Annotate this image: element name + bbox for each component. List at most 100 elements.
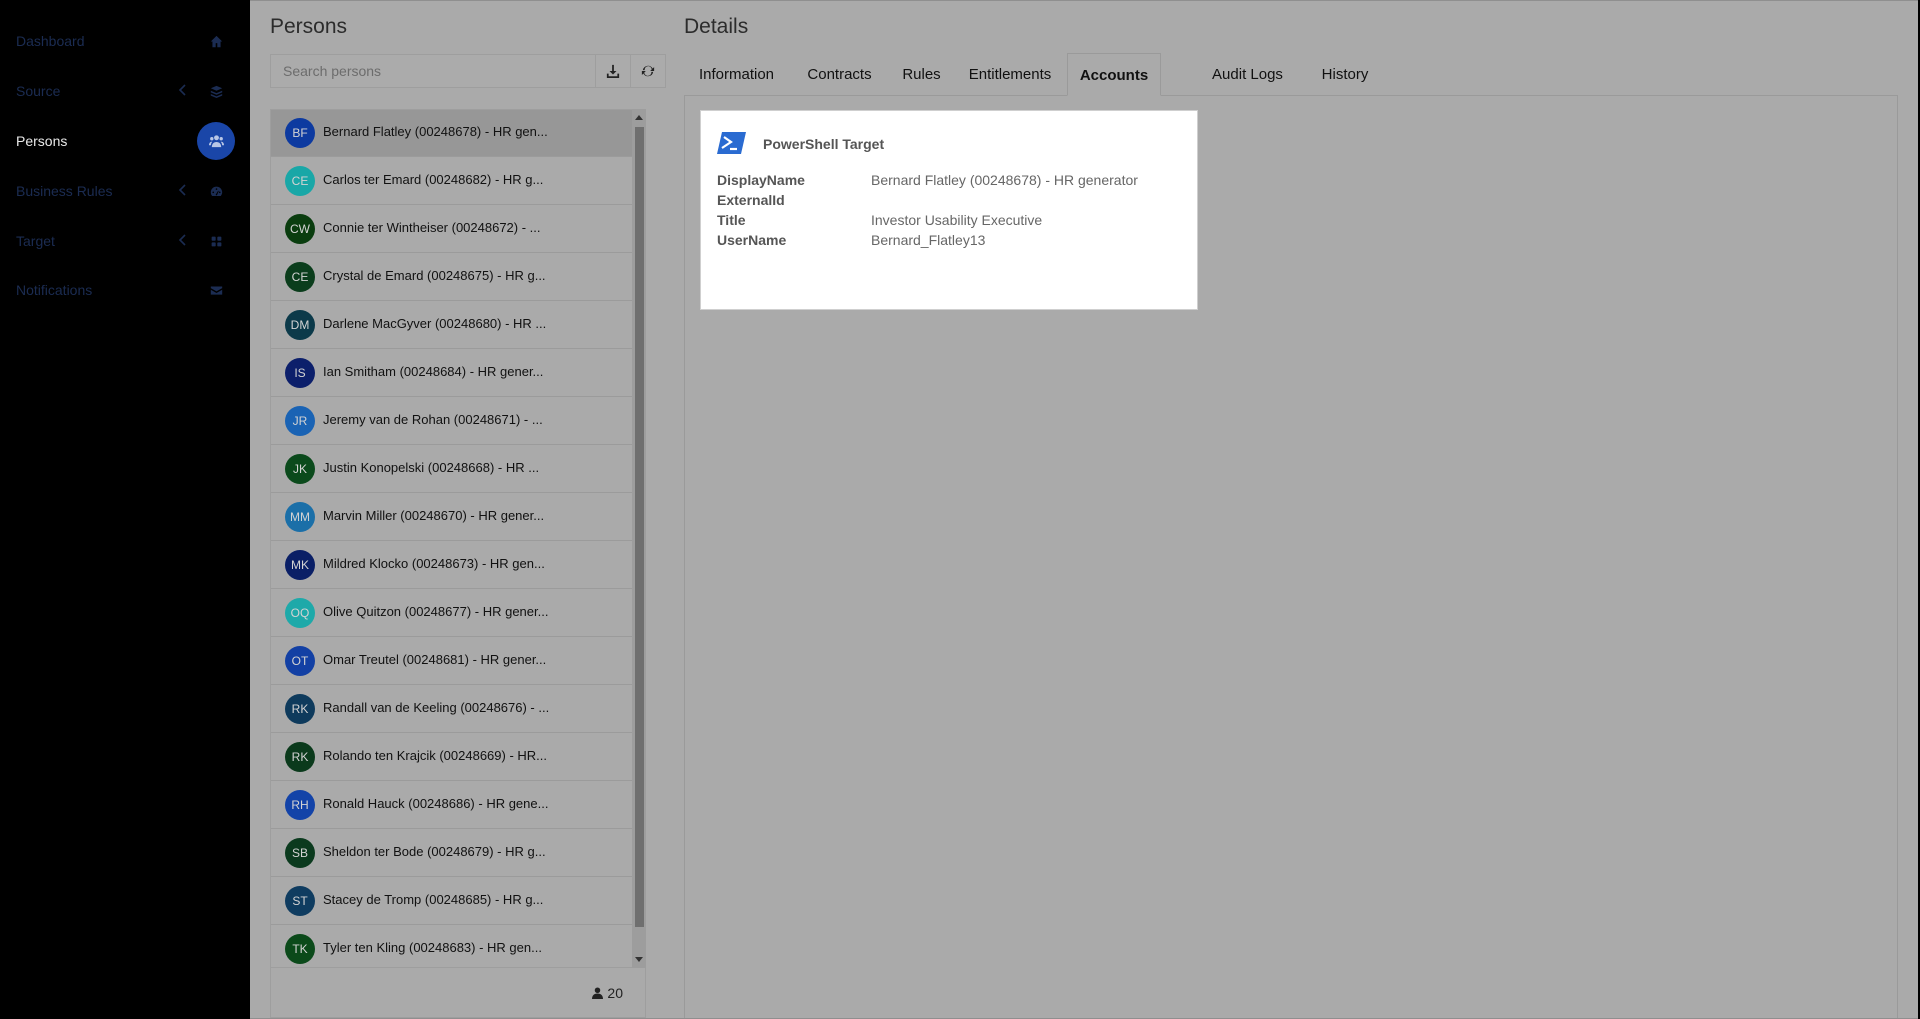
avatar: ST <box>285 886 315 916</box>
avatar: DM <box>285 310 315 340</box>
sidebar-item-dashboard[interactable]: Dashboard <box>0 16 250 66</box>
person-list-item[interactable]: MK Mildred Klocko (00248673) - HR gen... <box>271 541 645 589</box>
avatar: MK <box>285 550 315 580</box>
home-icon <box>210 35 222 47</box>
person-name: Ronald Hauck (00248686) - HR gene... <box>323 796 549 811</box>
person-count: 20 <box>592 985 623 1001</box>
download-icon <box>606 64 620 78</box>
account-card-title: PowerShell Target <box>763 136 885 152</box>
sidebar-item-label: Dashboard <box>16 33 85 49</box>
envelope-icon <box>210 285 222 295</box>
person-name: Rolando ten Krajcik (00248669) - HR... <box>323 748 548 763</box>
avatar: OQ <box>285 598 315 628</box>
person-name: Carlos ter Emard (00248682) - HR g... <box>323 172 544 187</box>
refresh-button[interactable] <box>630 54 666 88</box>
search-input[interactable] <box>270 54 596 88</box>
database-icon <box>210 85 222 98</box>
field-label-title: Title <box>717 212 746 228</box>
sidebar-item-label: Business Rules <box>16 183 113 199</box>
avatar: BF <box>285 118 315 148</box>
person-list-item[interactable]: OQ Olive Quitzon (00248677) - HR gener... <box>271 589 645 637</box>
person-name: Tyler ten Kling (00248683) - HR gen... <box>323 940 542 955</box>
person-name: Jeremy van de Rohan (00248671) - ... <box>323 412 543 427</box>
sidebar: Dashboard Source Persons Business Rules Targ… <box>0 0 250 1019</box>
field-value-username: Bernard_Flatley13 <box>871 232 986 248</box>
tab-rules[interactable]: Rules <box>890 53 953 95</box>
person-list-item[interactable]: SB Sheldon ter Bode (00248679) - HR g... <box>271 829 645 877</box>
sidebar-item-target[interactable]: Target <box>0 216 250 266</box>
person-list-item[interactable]: ST Stacey de Tromp (00248685) - HR g... <box>271 877 645 925</box>
avatar: CW <box>285 214 315 244</box>
powershell-icon <box>717 132 746 154</box>
list-footer: 20 <box>270 968 646 1018</box>
field-value-displayname: Bernard Flatley (00248678) - HR generato… <box>871 172 1138 188</box>
download-button[interactable] <box>595 54 631 88</box>
sidebar-item-label: Notifications <box>16 282 93 298</box>
person-list-item[interactable]: RH Ronald Hauck (00248686) - HR gene... <box>271 781 645 829</box>
person-list-item[interactable]: JR Jeremy van de Rohan (00248671) - ... <box>271 397 645 445</box>
sidebar-item-business-rules[interactable]: Business Rules <box>0 166 250 216</box>
avatar: JR <box>285 406 315 436</box>
account-card: PowerShell Target DisplayName Bernard Fla… <box>700 110 1198 310</box>
avatar: RK <box>285 694 315 724</box>
person-name: Olive Quitzon (00248677) - HR gener... <box>323 604 549 619</box>
person-list-item[interactable]: CE Crystal de Emard (00248675) - HR g... <box>271 253 645 301</box>
person-name: Omar Treutel (00248681) - HR gener... <box>323 652 547 667</box>
field-label-username: UserName <box>717 232 787 248</box>
chevron-left-icon <box>178 184 186 196</box>
avatar: RK <box>285 742 315 772</box>
sidebar-item-label: Source <box>16 83 61 99</box>
person-name: Randall van de Keeling (00248676) - ... <box>323 700 550 715</box>
person-name: Connie ter Wintheiser (00248672) - ... <box>323 220 541 235</box>
field-label-displayname: DisplayName <box>717 172 805 188</box>
person-name: Justin Konopelski (00248668) - HR ... <box>323 460 540 475</box>
person-list-item[interactable]: CE Carlos ter Emard (00248682) - HR g... <box>271 157 645 205</box>
chevron-left-icon <box>178 234 186 246</box>
person-list-item[interactable]: CW Connie ter Wintheiser (00248672) - ... <box>271 205 645 253</box>
tab-information[interactable]: Information <box>684 53 789 95</box>
tab-accounts[interactable]: Accounts <box>1067 53 1161 96</box>
avatar: MM <box>285 502 315 532</box>
tab-contracts[interactable]: Contracts <box>793 53 886 95</box>
person-list-item[interactable]: RK Rolando ten Krajcik (00248669) - HR... <box>271 733 645 781</box>
field-label-externalid: ExternalId <box>717 192 785 208</box>
person-name: Ian Smitham (00248684) - HR gener... <box>323 364 544 379</box>
person-list-item[interactable]: JK Justin Konopelski (00248668) - HR ... <box>271 445 645 493</box>
person-name: Mildred Klocko (00248673) - HR gen... <box>323 556 545 571</box>
avatar: RH <box>285 790 315 820</box>
person-list-item[interactable]: OT Omar Treutel (00248681) - HR gener... <box>271 637 645 685</box>
avatar: CE <box>285 262 315 292</box>
database-icon-container <box>206 81 226 101</box>
person-list-item[interactable]: IS Ian Smitham (00248684) - HR gener... <box>271 349 645 397</box>
person-list-item[interactable]: BF Bernard Flatley (00248678) - HR gen... <box>271 110 645 157</box>
person-name: Darlene MacGyver (00248680) - HR ... <box>323 316 547 331</box>
tab-audit-logs[interactable]: Audit Logs <box>1190 53 1305 95</box>
scroll-up-arrow[interactable] <box>635 115 643 120</box>
person-count-value: 20 <box>607 985 623 1001</box>
main-area: Persons BF Bernard Flatley (00248678) - H… <box>250 0 1918 1019</box>
sidebar-item-persons[interactable]: Persons <box>0 116 250 166</box>
person-list-item[interactable]: RK Randall van de Keeling (00248676) - ..… <box>271 685 645 733</box>
sidebar-item-notifications[interactable]: Notifications <box>0 265 250 315</box>
list-scrollbar[interactable] <box>632 109 646 968</box>
sidebar-item-source[interactable]: Source <box>0 66 250 116</box>
tab-history[interactable]: History <box>1309 53 1381 95</box>
avatar: IS <box>285 358 315 388</box>
tab-entitlements[interactable]: Entitlements <box>957 53 1063 95</box>
scroll-thumb[interactable] <box>635 127 644 927</box>
avatar: CE <box>285 166 315 196</box>
person-list-item[interactable]: TK Tyler ten Kling (00248683) - HR gen... <box>271 925 645 967</box>
gauge-icon <box>210 186 222 196</box>
grid-icon <box>211 236 221 246</box>
avatar: SB <box>285 838 315 868</box>
home-icon-container <box>206 31 226 51</box>
details-title: Details <box>684 15 749 38</box>
person-list-item[interactable]: DM Darlene MacGyver (00248680) - HR ... <box>271 301 645 349</box>
persons-title: Persons <box>270 15 348 38</box>
person-name: Bernard Flatley (00248678) - HR gen... <box>323 124 548 139</box>
person-name: Stacey de Tromp (00248685) - HR g... <box>323 892 544 907</box>
person-list-item[interactable]: MM Marvin Miller (00248670) - HR gener... <box>271 493 645 541</box>
envelope-icon-container <box>206 280 226 300</box>
scroll-down-arrow[interactable] <box>635 957 643 962</box>
person-list: BF Bernard Flatley (00248678) - HR gen...… <box>270 109 646 968</box>
